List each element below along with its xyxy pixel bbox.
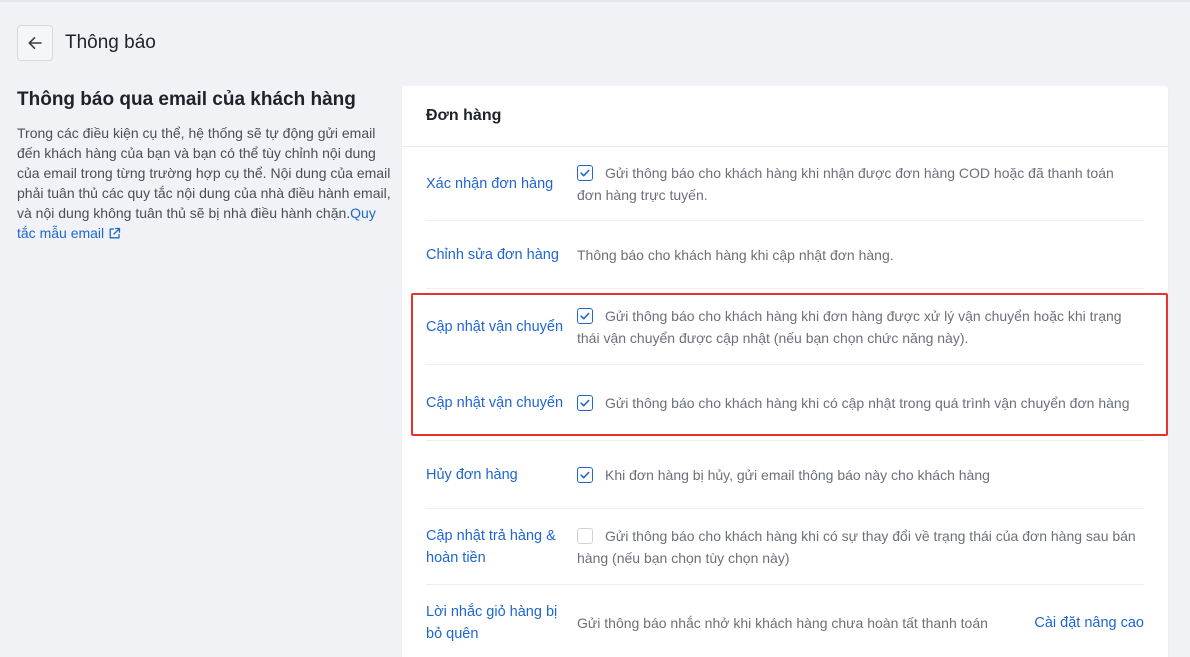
notification-description-text: Gửi thông báo cho khách hàng khi có cập …	[605, 394, 1130, 411]
intro-heading: Thông báo qua email của khách hàng	[17, 89, 356, 110]
intro-section: Thông báo qua email của khách hàng Trong…	[17, 88, 397, 243]
intro-body-text: Trong các điều kiện cụ thể, hệ thống sẽ …	[17, 125, 391, 221]
notification-description: Gửi thông báo cho khách hàng khi có cập …	[577, 392, 1144, 414]
notification-title-link[interactable]: Cập nhật vận chuyển	[426, 392, 577, 414]
notification-title-link[interactable]: Cập nhật vận chuyển	[426, 316, 577, 338]
notification-description-text: Khi đơn hàng bị hủy, gửi email thông báo…	[605, 466, 990, 483]
notification-title-link[interactable]: Lời nhắc giỏ hàng bị bỏ quên	[426, 601, 577, 645]
notification-description-text: Gửi thông báo cho khách hàng khi nhận đư…	[577, 164, 1114, 203]
check-icon	[580, 312, 590, 319]
notification-row: Lời nhắc giỏ hàng bị bỏ quên Gửi thông bá…	[426, 585, 1144, 657]
notification-title-link[interactable]: Hủy đơn hàng	[426, 464, 577, 486]
notification-row: Xác nhận đơn hàng Gửi thông báo cho khách…	[426, 147, 1144, 221]
notification-checkbox[interactable]	[577, 466, 593, 483]
notification-description: Gửi thông báo cho khách hàng khi có sự t…	[577, 525, 1144, 569]
advanced-settings-link[interactable]: Cài đặt nâng cao	[1034, 615, 1144, 631]
notification-description: Khi đơn hàng bị hủy, gửi email thông báo…	[577, 464, 1144, 486]
notification-checkbox[interactable]	[577, 164, 593, 181]
notification-row: Cập nhật vận chuyển Gửi thông báo cho khá…	[426, 289, 1144, 365]
notification-description-text: Gửi thông báo cho khách hàng khi có sự t…	[577, 527, 1136, 566]
notification-row: Cập nhật trả hàng & hoàn tiền Gửi thông b…	[426, 509, 1144, 585]
notification-row: Chỉnh sửa đơn hàng Thông báo cho khách hà…	[426, 221, 1144, 289]
notification-row: Cập nhật vận chuyển Gửi thông báo cho khá…	[426, 365, 1144, 441]
card-title: Đơn hàng	[402, 86, 1168, 147]
external-link-icon	[109, 227, 121, 239]
top-divider	[0, 0, 1190, 2]
orders-card: Đơn hàng Xác nhận đơn hàng Gửi thông báo …	[402, 86, 1168, 657]
notification-list: Xác nhận đơn hàng Gửi thông báo cho khách…	[402, 147, 1168, 657]
notification-row: Hủy đơn hàng Khi đơn hàng bị hủy, gửi ema…	[426, 441, 1144, 509]
notification-checkbox[interactable]	[577, 527, 593, 544]
notification-description: Gửi thông báo cho khách hàng khi nhận đư…	[577, 162, 1144, 206]
notification-description-text: Gửi thông báo cho khách hàng khi đơn hàn…	[577, 307, 1122, 346]
notification-title-link[interactable]: Cập nhật trả hàng & hoàn tiền	[426, 525, 577, 569]
back-button[interactable]	[17, 25, 53, 61]
notification-checkbox[interactable]	[577, 307, 593, 324]
notification-description: Gửi thông báo cho khách hàng khi đơn hàn…	[577, 305, 1144, 349]
intro-body: Trong các điều kiện cụ thể, hệ thống sẽ …	[17, 123, 397, 243]
check-icon	[580, 399, 590, 406]
page-header: Thông báo	[17, 25, 156, 61]
notification-title-link[interactable]: Xác nhận đơn hàng	[426, 173, 577, 195]
notification-description-text: Thông báo cho khách hàng khi cập nhật đơ…	[577, 246, 894, 263]
notification-title-link[interactable]: Chỉnh sửa đơn hàng	[426, 244, 577, 266]
notification-checkbox[interactable]	[577, 394, 593, 411]
check-icon	[580, 169, 590, 176]
page-title: Thông báo	[65, 32, 156, 53]
check-icon	[580, 471, 590, 478]
notification-description-text: Gửi thông báo nhắc nhở khi khách hàng ch…	[577, 615, 988, 631]
notification-description: Gửi thông báo nhắc nhở khi khách hàng ch…	[577, 612, 1016, 634]
notification-description: Thông báo cho khách hàng khi cập nhật đơ…	[577, 244, 1144, 266]
arrow-left-icon	[28, 37, 42, 49]
